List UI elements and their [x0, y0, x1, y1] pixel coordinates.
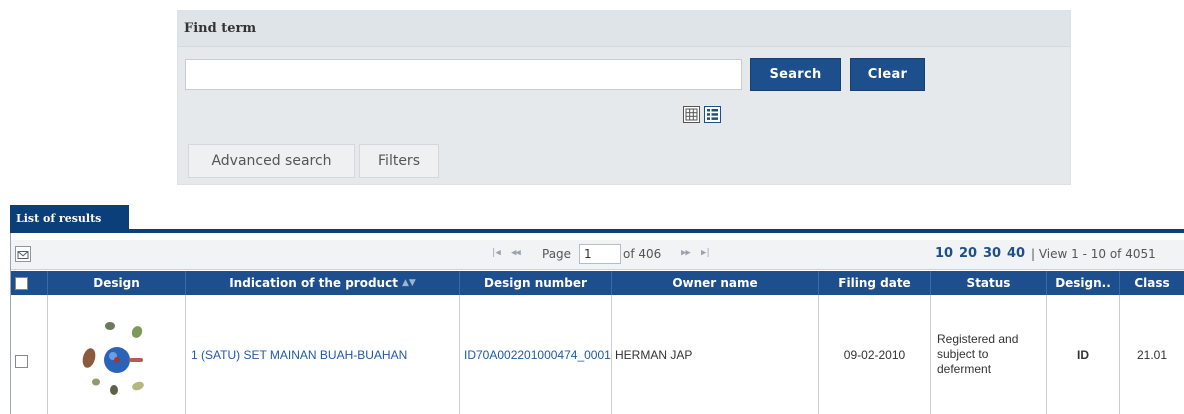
column-filing-date[interactable]: Filing date — [819, 271, 931, 295]
column-designation[interactable]: Design.. — [1047, 271, 1120, 295]
indication-cell: 1 (SATU) SET MAINAN BUAH-BUAHAN — [186, 295, 460, 414]
search-button[interactable]: Search — [750, 58, 841, 91]
prev-page-icon[interactable]: ◀◀ — [511, 248, 521, 258]
first-page-icon[interactable]: |◀ — [491, 248, 501, 258]
advanced-search-tab[interactable]: Advanced search — [188, 144, 355, 178]
designation-cell: ID — [1047, 295, 1120, 414]
next-page-icon[interactable]: ▶▶ — [681, 248, 691, 258]
clear-button[interactable]: Clear — [850, 58, 925, 91]
column-indication[interactable]: Indication of the product ▲▼ — [186, 271, 460, 295]
design-thumbnail[interactable] — [48, 295, 186, 414]
results-table-header: Design Indication of the product ▲▼ Desi… — [11, 271, 1184, 295]
owner-cell: HERMAN JAP — [612, 295, 819, 414]
select-all-cell — [11, 271, 48, 295]
page-number-input[interactable] — [579, 244, 621, 264]
rows-per-page-20[interactable]: 20 — [959, 246, 977, 261]
table-row[interactable]: 1 (SATU) SET MAINAN BUAH-BUAHAN ID70A002… — [11, 295, 1184, 414]
search-input[interactable] — [185, 59, 742, 90]
grid-view-icon[interactable] — [683, 106, 700, 123]
page-of-label: of 406 — [623, 247, 662, 261]
column-design-number[interactable]: Design number — [460, 271, 612, 295]
indication-link[interactable]: 1 (SATU) SET MAINAN BUAH-BUAHAN — [191, 348, 407, 362]
row-select-cell — [11, 295, 48, 414]
rows-per-page-40[interactable]: 40 — [1007, 246, 1025, 261]
view-count: | View 1 - 10 of 4051 — [1031, 247, 1156, 261]
rows-per-page-30[interactable]: 30 — [983, 246, 1001, 261]
find-term-title: Find term — [178, 11, 1070, 47]
column-status[interactable]: Status — [931, 271, 1047, 295]
rows-per-page-10[interactable]: 10 — [935, 246, 953, 261]
column-owner-name[interactable]: Owner name — [612, 271, 819, 295]
column-design[interactable]: Design — [48, 271, 186, 295]
sort-icon[interactable]: ▲▼ — [402, 278, 416, 288]
design-number-cell: ID70A002201000474_0001 — [460, 295, 612, 414]
find-term-panel: Find term Search Clear Advanced search F… — [177, 10, 1071, 185]
page-label: Page — [542, 247, 572, 261]
column-indication-label: Indication of the product — [229, 276, 398, 290]
mail-icon[interactable] — [15, 246, 31, 262]
status-cell: Registered and subject to deferment — [931, 295, 1047, 414]
row-checkbox[interactable] — [15, 355, 28, 368]
column-class[interactable]: Class — [1120, 271, 1184, 295]
list-of-results-tab[interactable]: List of results — [10, 205, 129, 230]
filing-date-cell: 09-02-2010 — [819, 295, 931, 414]
filters-tab[interactable]: Filters — [359, 144, 439, 178]
design-image — [82, 321, 144, 395]
class-cell: 21.01 — [1136, 347, 1168, 362]
last-page-icon[interactable]: ▶| — [701, 248, 711, 258]
pager-bar: |◀ ◀◀ Page of 406 ▶▶ ▶| 10 20 30 40 | Vi… — [11, 240, 1184, 270]
select-all-checkbox[interactable] — [15, 277, 28, 290]
list-view-icon[interactable] — [704, 106, 721, 123]
design-number-link[interactable]: ID70A002201000474_0001 — [464, 348, 611, 362]
